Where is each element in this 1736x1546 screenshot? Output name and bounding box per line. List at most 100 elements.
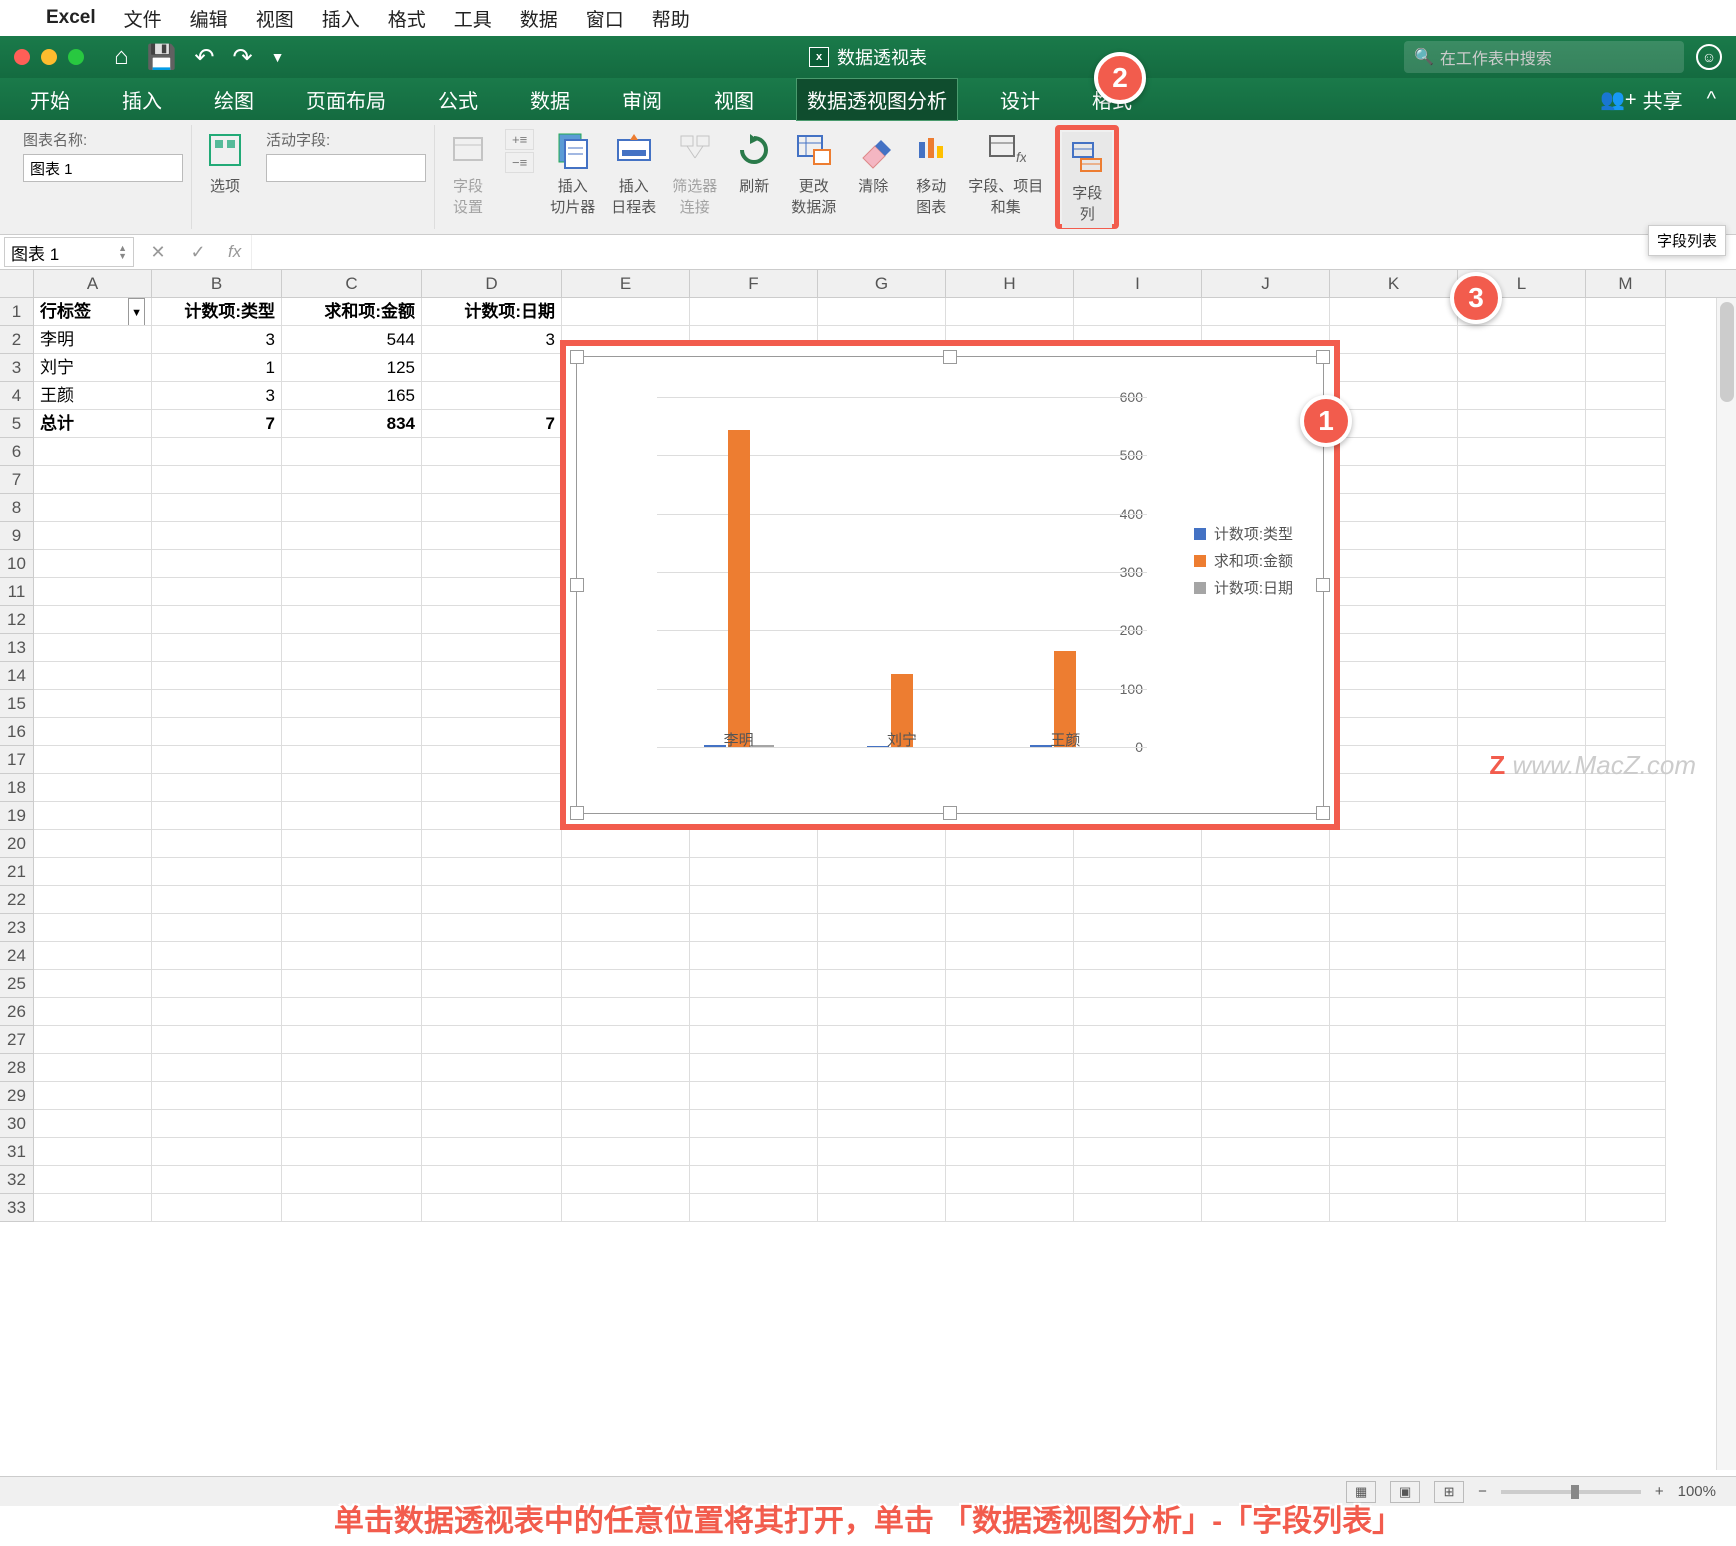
menu-format[interactable]: 格式: [388, 5, 426, 32]
field-list-button[interactable]: 字段 列: [1062, 132, 1112, 228]
minimize-button[interactable]: [41, 49, 57, 65]
row-header[interactable]: 30: [0, 1110, 33, 1138]
menu-data[interactable]: 数据: [520, 5, 558, 32]
row-header[interactable]: 19: [0, 802, 33, 830]
row-header[interactable]: 3: [0, 354, 33, 382]
redo-icon[interactable]: ↷: [233, 43, 253, 72]
cancel-formula-icon[interactable]: ✕: [138, 242, 178, 263]
chart-legend[interactable]: 计数项:类型 求和项:金额 计数项:日期: [1194, 517, 1293, 604]
row-header[interactable]: 23: [0, 914, 33, 942]
share-button[interactable]: 👥+ 共享 ^: [1600, 85, 1716, 114]
filter-connections-button[interactable]: 筛选器 连接: [668, 125, 721, 229]
menu-edit[interactable]: 编辑: [190, 5, 228, 32]
col-header[interactable]: D: [422, 270, 562, 297]
menu-file[interactable]: 文件: [124, 5, 162, 32]
row-header[interactable]: 7: [0, 466, 33, 494]
refresh-button[interactable]: 刷新: [729, 125, 779, 229]
row-header[interactable]: 22: [0, 886, 33, 914]
col-header[interactable]: E: [562, 270, 690, 297]
row-header[interactable]: 18: [0, 774, 33, 802]
tab-formulas[interactable]: 公式: [428, 79, 488, 120]
row-header[interactable]: 13: [0, 634, 33, 662]
tab-insert[interactable]: 插入: [112, 79, 172, 120]
row-header[interactable]: 27: [0, 1026, 33, 1054]
tab-home[interactable]: 开始: [20, 79, 80, 120]
row-header[interactable]: 25: [0, 970, 33, 998]
move-chart-button[interactable]: 移动 图表: [906, 125, 956, 229]
tab-data[interactable]: 数据: [520, 79, 580, 120]
expand-icon[interactable]: +≡: [505, 129, 534, 150]
row-header[interactable]: 26: [0, 998, 33, 1026]
tab-design[interactable]: 设计: [990, 79, 1050, 120]
col-header[interactable]: J: [1202, 270, 1330, 297]
confirm-formula-icon[interactable]: ✓: [178, 242, 218, 263]
row-header[interactable]: 2: [0, 326, 33, 354]
change-source-button[interactable]: 更改 数据源: [787, 125, 840, 229]
col-header[interactable]: M: [1586, 270, 1666, 297]
row-header[interactable]: 29: [0, 1082, 33, 1110]
menu-insert[interactable]: 插入: [322, 5, 360, 32]
row-header[interactable]: 21: [0, 858, 33, 886]
tab-pivotchart-analyze[interactable]: 数据透视图分析: [796, 78, 958, 121]
search-box[interactable]: 🔍 在工作表中搜索: [1404, 41, 1684, 73]
menu-help[interactable]: 帮助: [652, 5, 690, 32]
menu-view[interactable]: 视图: [256, 5, 294, 32]
undo-icon[interactable]: ↶: [194, 43, 214, 72]
active-field-input[interactable]: [266, 154, 426, 182]
col-header[interactable]: G: [818, 270, 946, 297]
col-header[interactable]: A: [34, 270, 152, 297]
row-header[interactable]: 5: [0, 410, 33, 438]
row-header[interactable]: 10: [0, 550, 33, 578]
row-header[interactable]: 6: [0, 438, 33, 466]
menu-tools[interactable]: 工具: [454, 5, 492, 32]
col-header[interactable]: I: [1074, 270, 1202, 297]
row-header[interactable]: 33: [0, 1194, 33, 1222]
row-header[interactable]: 15: [0, 690, 33, 718]
formula-input[interactable]: [251, 235, 1736, 269]
insert-slicer-button[interactable]: 插入 切片器: [546, 125, 599, 229]
qat-more-icon[interactable]: ▼: [271, 49, 285, 65]
save-icon[interactable]: 💾: [147, 43, 177, 72]
fx-icon[interactable]: fx: [228, 242, 241, 262]
row-header[interactable]: 17: [0, 746, 33, 774]
insert-timeline-button[interactable]: 插入 日程表: [607, 125, 660, 229]
col-header[interactable]: C: [282, 270, 422, 297]
name-box[interactable]: 图表 1 ▲▼: [4, 237, 134, 267]
col-header[interactable]: F: [690, 270, 818, 297]
fields-items-button[interactable]: fx 字段、项目 和集: [964, 125, 1047, 229]
chart-name-input[interactable]: [23, 154, 183, 182]
tab-view[interactable]: 视图: [704, 79, 764, 120]
row-header[interactable]: 14: [0, 662, 33, 690]
col-header[interactable]: K: [1330, 270, 1458, 297]
menu-window[interactable]: 窗口: [586, 5, 624, 32]
row-header[interactable]: 24: [0, 942, 33, 970]
row-header[interactable]: 16: [0, 718, 33, 746]
tab-draw[interactable]: 绘图: [204, 79, 264, 120]
select-all-corner[interactable]: [0, 270, 34, 298]
clear-button[interactable]: 清除: [848, 125, 898, 229]
col-header[interactable]: H: [946, 270, 1074, 297]
home-icon[interactable]: ⌂: [114, 43, 129, 71]
row-header[interactable]: 12: [0, 606, 33, 634]
vertical-scrollbar[interactable]: [1716, 298, 1736, 1470]
field-settings-button[interactable]: 字段 设置: [443, 125, 493, 229]
row-header[interactable]: 32: [0, 1166, 33, 1194]
row-header[interactable]: 20: [0, 830, 33, 858]
pivot-chart[interactable]: 0100200300400500600李明刘宁王颜 计数项:类型 求和项:金额 …: [560, 340, 1340, 830]
options-button[interactable]: 选项: [200, 125, 250, 229]
feedback-icon[interactable]: ☺: [1696, 44, 1722, 70]
row-header[interactable]: 31: [0, 1138, 33, 1166]
tab-layout[interactable]: 页面布局: [296, 79, 396, 120]
close-button[interactable]: [14, 49, 30, 65]
chart-plot-area[interactable]: 0100200300400500600李明刘宁王颜: [617, 377, 1147, 757]
col-header[interactable]: B: [152, 270, 282, 297]
row-header[interactable]: 11: [0, 578, 33, 606]
row-header[interactable]: 4: [0, 382, 33, 410]
row-header[interactable]: 1: [0, 298, 33, 326]
maximize-button[interactable]: [68, 49, 84, 65]
row-header[interactable]: 9: [0, 522, 33, 550]
tab-review[interactable]: 审阅: [612, 79, 672, 120]
collapse-icon[interactable]: −≡: [505, 152, 534, 173]
row-header[interactable]: 8: [0, 494, 33, 522]
collapse-ribbon-icon[interactable]: ^: [1707, 88, 1716, 111]
